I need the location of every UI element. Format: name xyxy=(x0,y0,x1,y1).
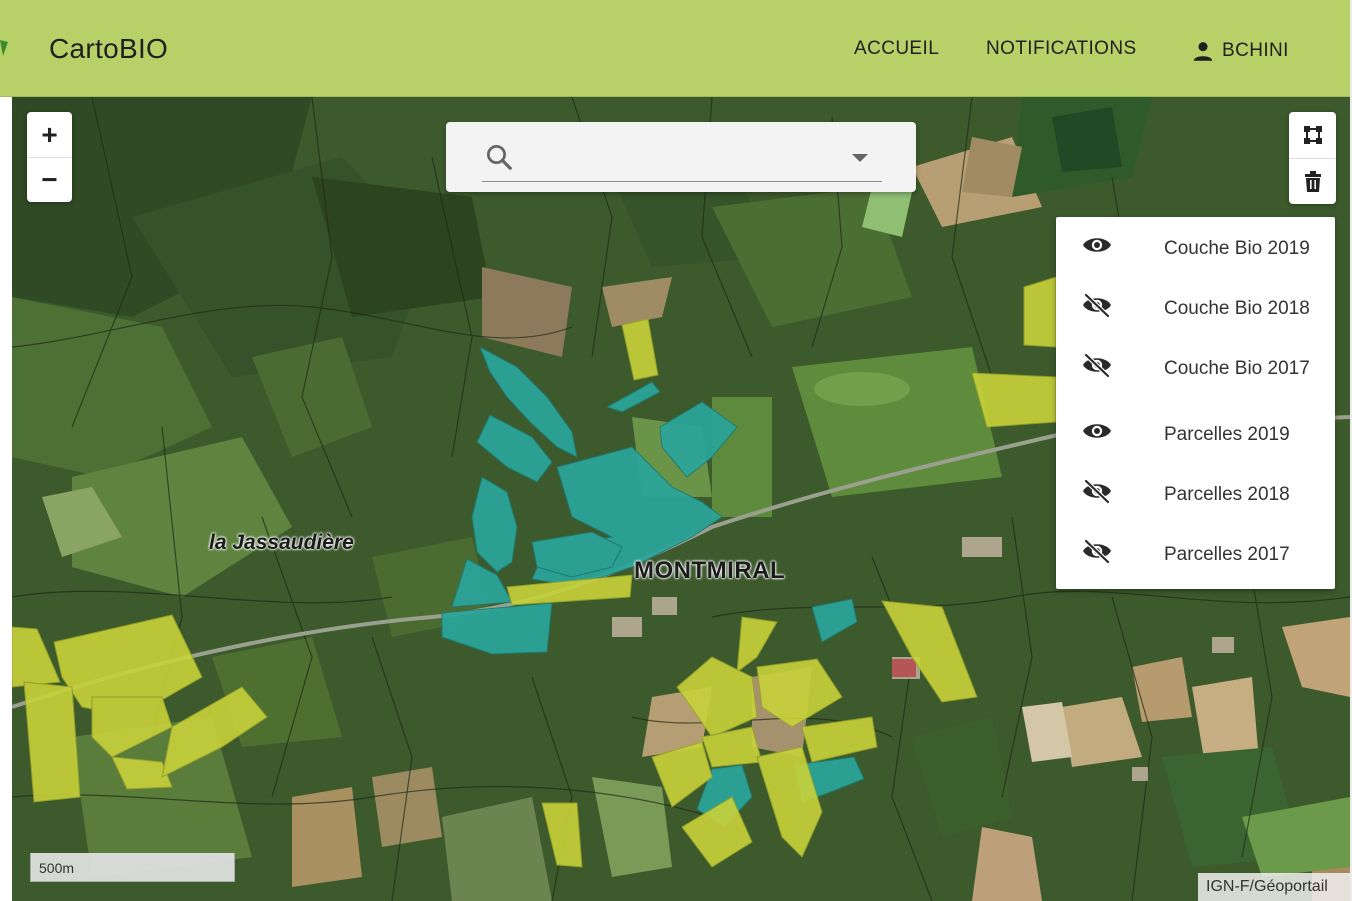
visibility-off-icon[interactable] xyxy=(1081,479,1113,503)
nav-accueil-link[interactable]: ACCUEIL xyxy=(854,38,939,60)
person-icon xyxy=(1193,42,1213,61)
visibility-icon[interactable] xyxy=(1081,419,1113,443)
layer-label: Parcelles 2017 xyxy=(1164,544,1290,565)
app-title[interactable]: CartoBIO xyxy=(49,33,168,65)
map-attribution[interactable]: IGN-F/Géoportail xyxy=(1198,873,1350,901)
left-margin xyxy=(0,97,12,901)
visibility-off-icon[interactable] xyxy=(1081,353,1113,377)
layer-toggle-row[interactable]: Parcelles 2018 xyxy=(1056,469,1335,519)
trash-icon xyxy=(1304,170,1321,192)
layer-switcher-panel: Couche Bio 2019 Couche Bio 2018 Couche Bio… xyxy=(1056,217,1335,589)
layer-toggle-row[interactable]: Couche Bio 2019 xyxy=(1056,223,1335,273)
user-name: BCHINI xyxy=(1222,40,1289,61)
arrow-drop-down-icon[interactable] xyxy=(852,154,868,162)
layer-toggle-row[interactable]: Parcelles 2017 xyxy=(1056,529,1335,579)
top-app-bar: CartoBIO ACCUEIL NOTIFICATIONS BCHINI xyxy=(0,0,1350,97)
nav-notifications-link[interactable]: NOTIFICATIONS xyxy=(986,38,1137,60)
map-view[interactable]: la Jassaudière MONTMIRAL + − Couche Bio … xyxy=(12,97,1350,901)
draw-polygon-button[interactable] xyxy=(1289,112,1336,158)
layer-label: Couche Bio 2018 xyxy=(1164,298,1310,319)
scale-label: 500m xyxy=(39,860,75,876)
layer-label: Parcelles 2019 xyxy=(1164,424,1290,445)
search-underline xyxy=(482,181,882,182)
user-menu-button[interactable]: BCHINI xyxy=(1190,38,1289,64)
zoom-out-button[interactable]: − xyxy=(27,157,72,202)
search-input[interactable] xyxy=(526,140,836,170)
delete-shape-button[interactable] xyxy=(1289,158,1336,204)
visibility-icon[interactable] xyxy=(1081,233,1113,257)
draw-toolbar xyxy=(1289,112,1336,204)
layer-label: Couche Bio 2019 xyxy=(1164,238,1310,259)
layer-label: Couche Bio 2017 xyxy=(1164,358,1310,379)
visibility-off-icon[interactable] xyxy=(1081,293,1113,317)
layer-label: Parcelles 2018 xyxy=(1164,484,1290,505)
logo-leaf-icon xyxy=(0,40,8,56)
scale-bar: 500m xyxy=(30,853,235,882)
search-box xyxy=(446,122,916,192)
visibility-off-icon[interactable] xyxy=(1081,539,1113,563)
layer-toggle-row[interactable]: Couche Bio 2018 xyxy=(1056,283,1335,333)
app-root: CartoBIO ACCUEIL NOTIFICATIONS BCHINI la… xyxy=(0,0,1352,901)
layer-toggle-row[interactable]: Parcelles 2019 xyxy=(1056,409,1335,459)
search-icon[interactable] xyxy=(484,142,514,172)
layer-toggle-row[interactable]: Couche Bio 2017 xyxy=(1056,343,1335,393)
draw-polygon-icon xyxy=(1303,126,1322,144)
zoom-in-button[interactable]: + xyxy=(27,112,72,157)
zoom-control: + − xyxy=(27,112,72,202)
